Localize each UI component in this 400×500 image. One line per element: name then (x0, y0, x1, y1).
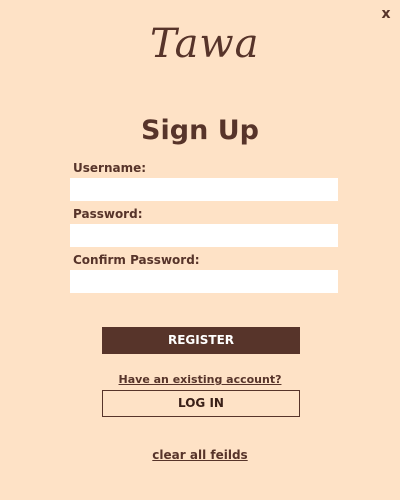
existing-account-link[interactable]: Have an existing account? (0, 372, 400, 388)
password-label: Password: (73, 207, 143, 221)
app-logo: Tawa (150, 21, 260, 67)
password-input[interactable] (70, 224, 338, 247)
signup-window: x Tawa Sign Up Username: Password: Confi… (0, 0, 400, 500)
username-label: Username: (73, 161, 147, 175)
confirm-password-input[interactable] (70, 270, 338, 293)
login-button[interactable]: LOG IN (102, 390, 300, 417)
username-input[interactable] (70, 178, 338, 201)
clear-fields-link[interactable]: clear all feilds (0, 447, 400, 464)
confirm-password-label: Confirm Password: (73, 253, 200, 267)
close-button[interactable]: x (376, 4, 396, 24)
page-title: Sign Up (141, 115, 259, 146)
register-button[interactable]: REGISTER (102, 327, 300, 354)
